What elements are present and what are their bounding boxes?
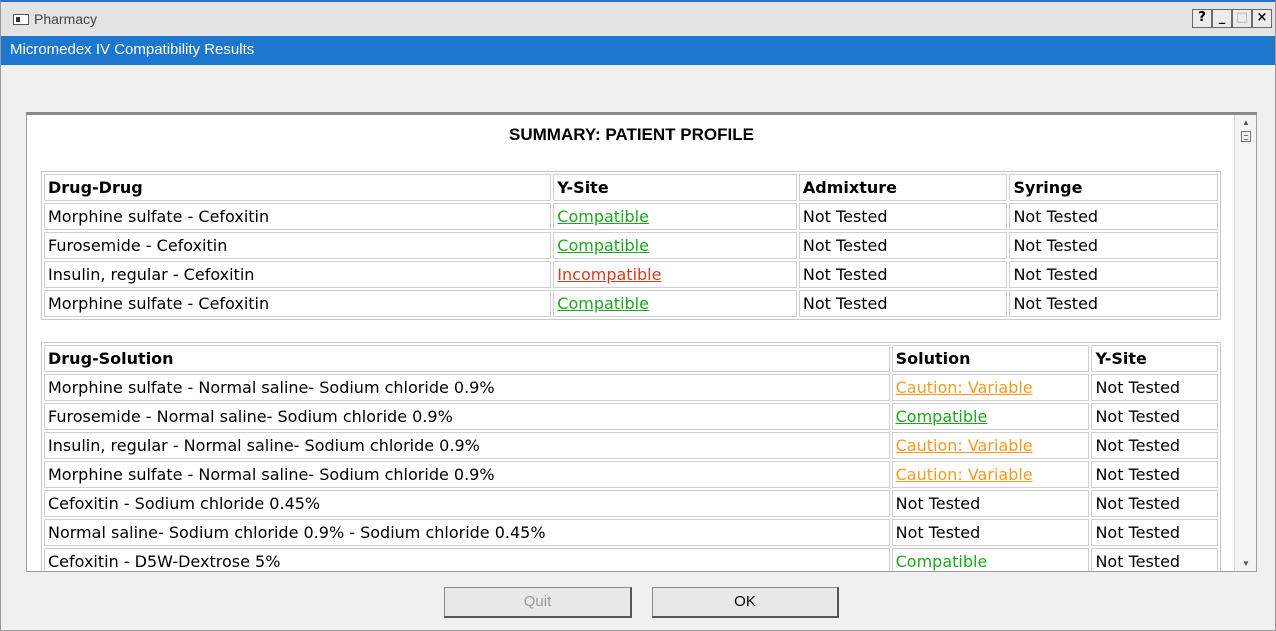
solution-value: Not Tested bbox=[891, 519, 1090, 546]
table-header-row: Drug-Solution Solution Y-Site bbox=[44, 345, 1218, 372]
drug-solution-table: Drug-Solution Solution Y-Site Morphine s… bbox=[41, 342, 1221, 571]
maximize-button[interactable]: □ bbox=[1232, 9, 1252, 28]
ysite-link[interactable]: Compatible bbox=[557, 207, 649, 226]
table-header-row: Drug-Drug Y-Site Admixture Syringe bbox=[44, 174, 1218, 201]
scroll-down-arrow-icon[interactable]: ▼ bbox=[1242, 559, 1250, 568]
table-row: Insulin, regular - Cefoxitin Incompatibl… bbox=[44, 261, 1218, 288]
summary-title: SUMMARY: PATIENT PROFILE bbox=[509, 125, 754, 144]
drug-pair: Insulin, regular - Cefoxitin bbox=[44, 261, 552, 288]
admixture-value: Not Tested bbox=[798, 232, 1008, 259]
drug-drug-table: Drug-Drug Y-Site Admixture Syringe Morph… bbox=[41, 171, 1221, 320]
column-header: Syringe bbox=[1009, 174, 1218, 201]
admixture-value: Not Tested bbox=[798, 203, 1008, 230]
solution-link[interactable]: Caution: Variable bbox=[896, 465, 1033, 484]
drug-pair: Morphine sulfate - Cefoxitin bbox=[44, 203, 552, 230]
ysite-value: Not Tested bbox=[1091, 374, 1218, 401]
admixture-value: Not Tested bbox=[798, 290, 1008, 317]
results-header-title: Micromedex IV Compatibility Results bbox=[10, 41, 255, 58]
table-row: Morphine sulfate - Normal saline- Sodium… bbox=[44, 461, 1218, 488]
table-row: Cefoxitin - D5W-Dextrose 5% Compatible N… bbox=[44, 548, 1218, 571]
close-button[interactable]: × bbox=[1252, 9, 1272, 28]
syringe-value: Not Tested bbox=[1009, 290, 1218, 317]
column-header: Drug-Solution bbox=[44, 345, 890, 372]
column-header: Y-Site bbox=[1091, 345, 1218, 372]
ysite-value: Not Tested bbox=[1091, 490, 1218, 517]
ysite-value: Not Tested bbox=[1091, 461, 1218, 488]
syringe-value: Not Tested bbox=[1009, 232, 1218, 259]
ysite-value: Not Tested bbox=[1091, 519, 1218, 546]
ysite-value: Not Tested bbox=[1091, 432, 1218, 459]
admixture-value: Not Tested bbox=[798, 261, 1008, 288]
ysite-value: Not Tested bbox=[1091, 403, 1218, 430]
solution-link[interactable]: Compatible bbox=[896, 407, 988, 426]
quit-button[interactable]: Quit bbox=[444, 587, 632, 618]
column-header: Solution bbox=[891, 345, 1090, 372]
ysite-link[interactable]: Compatible bbox=[557, 236, 649, 255]
scroll-up-arrow-icon[interactable]: ▲ bbox=[1242, 118, 1250, 127]
syringe-value: Not Tested bbox=[1009, 203, 1218, 230]
scroll-thumb-icon[interactable] bbox=[1241, 131, 1251, 142]
table-row: Furosemide - Cefoxitin Compatible Not Te… bbox=[44, 232, 1218, 259]
results-viewer: SUMMARY: PATIENT PROFILE Drug-Drug Y-Sit… bbox=[26, 112, 1257, 572]
drug-pair: Cefoxitin - D5W-Dextrose 5% bbox=[44, 548, 890, 571]
drug-pair: Furosemide - Cefoxitin bbox=[44, 232, 552, 259]
ysite-value: Not Tested bbox=[1091, 548, 1218, 571]
drug-pair: Furosemide - Normal saline- Sodium chlor… bbox=[44, 403, 890, 430]
table-row: Morphine sulfate - Cefoxitin Compatible … bbox=[44, 203, 1218, 230]
table-row: Cefoxitin - Sodium chloride 0.45% Not Te… bbox=[44, 490, 1218, 517]
window-title: Pharmacy bbox=[34, 11, 98, 27]
drug-pair: Morphine sulfate - Normal saline- Sodium… bbox=[44, 461, 890, 488]
table-row: Insulin, regular - Normal saline- Sodium… bbox=[44, 432, 1218, 459]
ysite-link[interactable]: Incompatible bbox=[557, 265, 661, 284]
drug-pair: Morphine sulfate - Cefoxitin bbox=[44, 290, 552, 317]
ysite-link[interactable]: Compatible bbox=[557, 294, 649, 313]
drug-pair: Normal saline- Sodium chloride 0.9% - So… bbox=[44, 519, 890, 546]
minimize-button[interactable]: _ bbox=[1212, 9, 1232, 28]
solution-link[interactable]: Compatible bbox=[896, 552, 988, 571]
solution-link[interactable]: Caution: Variable bbox=[896, 378, 1033, 397]
syringe-value: Not Tested bbox=[1009, 261, 1218, 288]
column-header: Drug-Drug bbox=[44, 174, 552, 201]
ok-button[interactable]: OK bbox=[652, 587, 839, 618]
help-button[interactable]: ? bbox=[1192, 9, 1212, 28]
drug-pair: Insulin, regular - Normal saline- Sodium… bbox=[44, 432, 890, 459]
drug-pair: Morphine sulfate - Normal saline- Sodium… bbox=[44, 374, 890, 401]
vertical-scrollbar[interactable]: ▲ ▼ bbox=[1234, 115, 1256, 571]
table-row: Furosemide - Normal saline- Sodium chlor… bbox=[44, 403, 1218, 430]
results-header: Micromedex IV Compatibility Results bbox=[0, 36, 1276, 65]
title-bar: Pharmacy ? _ □ × bbox=[0, 0, 1276, 36]
drug-pair: Cefoxitin - Sodium chloride 0.45% bbox=[44, 490, 890, 517]
column-header: Admixture bbox=[798, 174, 1008, 201]
column-header: Y-Site bbox=[553, 174, 797, 201]
window-icon[interactable] bbox=[13, 14, 29, 25]
solution-value: Not Tested bbox=[891, 490, 1090, 517]
solution-link[interactable]: Caution: Variable bbox=[896, 436, 1033, 455]
window-controls: ? _ □ × bbox=[1192, 9, 1272, 28]
table-row: Morphine sulfate - Normal saline- Sodium… bbox=[44, 374, 1218, 401]
table-row: Morphine sulfate - Cefoxitin Compatible … bbox=[44, 290, 1218, 317]
table-row: Normal saline- Sodium chloride 0.9% - So… bbox=[44, 519, 1218, 546]
